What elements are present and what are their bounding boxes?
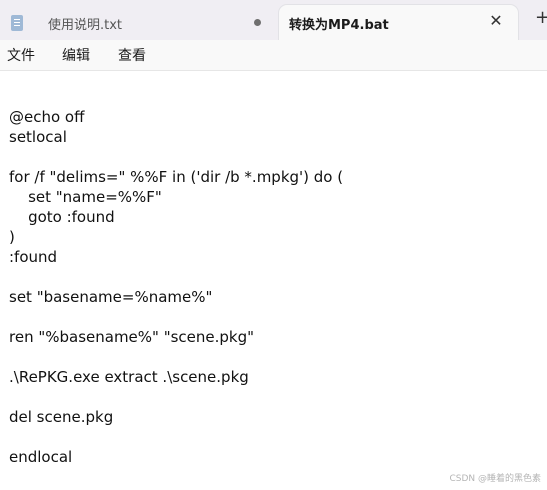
tab-label: 使用说明.txt — [48, 18, 123, 33]
close-icon[interactable]: ✕ — [486, 11, 506, 31]
unsaved-dot-icon — [254, 19, 261, 26]
menu-view[interactable]: 查看 — [118, 45, 146, 65]
text-editor[interactable]: @echo off setlocal for /f "delims=" %%F … — [0, 71, 547, 490]
editor-content[interactable]: @echo off setlocal for /f "delims=" %%F … — [9, 107, 343, 467]
tab-bar: 使用说明.txt 转换为MP4.bat ✕ + — [0, 0, 547, 40]
notepad-file-icon — [11, 15, 23, 31]
menu-edit[interactable]: 编辑 — [62, 45, 90, 65]
watermark: CSDN @睡着的黑色素 — [449, 474, 541, 484]
tab-convert-bat[interactable]: 转换为MP4.bat ✕ — [279, 5, 518, 40]
menu-bar: 文件 编辑 查看 — [0, 40, 547, 71]
tab-label: 转换为MP4.bat — [289, 18, 389, 33]
tab-readme[interactable]: 使用说明.txt — [0, 5, 278, 40]
plus-icon[interactable]: + — [535, 8, 547, 28]
menu-file[interactable]: 文件 — [7, 45, 35, 65]
